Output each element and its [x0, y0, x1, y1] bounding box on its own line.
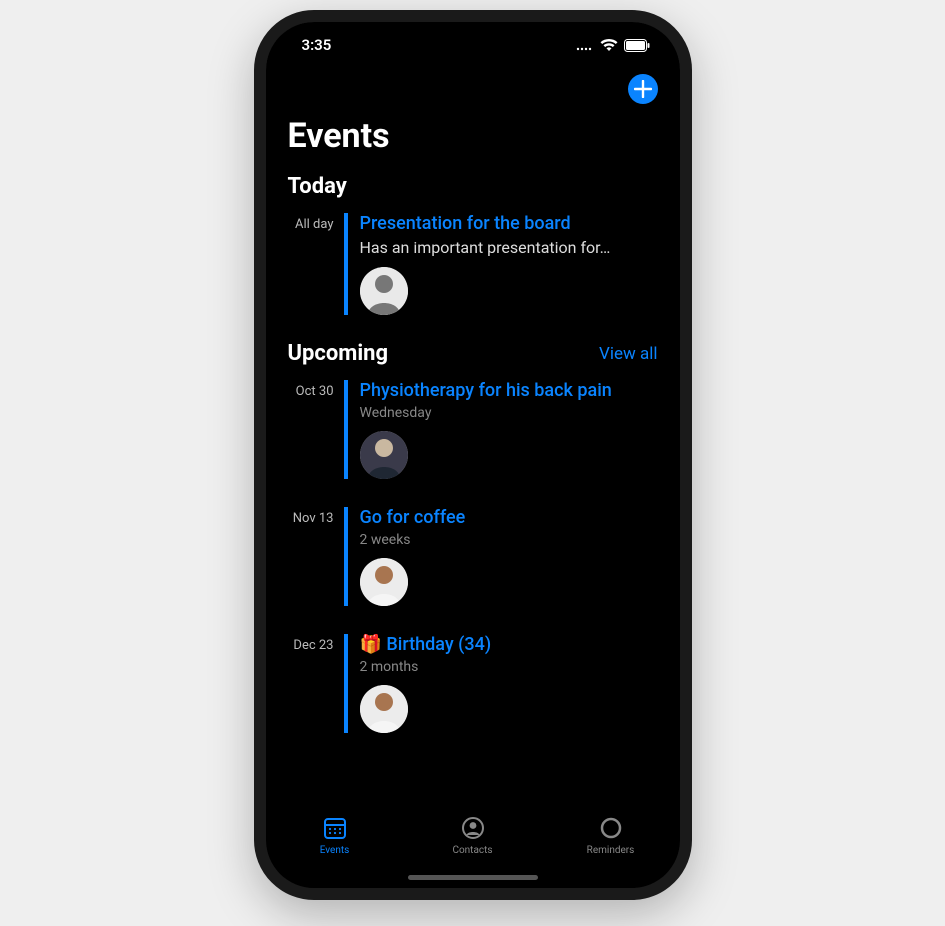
- section-header-today: Today: [266, 170, 680, 207]
- event-subtitle: 2 weeks: [360, 532, 466, 548]
- status-time: 3:35: [302, 36, 332, 54]
- topbar: [266, 68, 680, 110]
- add-event-button[interactable]: [628, 74, 658, 104]
- contact-avatar[interactable]: [360, 558, 408, 606]
- event-row[interactable]: Oct 30 Physiotherapy for his back pain W…: [266, 374, 680, 501]
- event-subtitle: 2 months: [360, 659, 492, 675]
- contact-avatar[interactable]: [360, 431, 408, 479]
- view-all-link[interactable]: View all: [599, 344, 657, 364]
- section-header-upcoming: Upcoming View all: [266, 337, 680, 374]
- wifi-icon: [600, 39, 618, 52]
- event-title[interactable]: Physiotherapy for his back pain: [360, 380, 612, 401]
- event-date: Nov 13: [288, 507, 344, 606]
- event-title[interactable]: Go for coffee: [360, 507, 466, 528]
- tab-events[interactable]: Events: [295, 814, 375, 856]
- reminders-icon: [598, 814, 624, 842]
- event-subtitle: Has an important presentation for…: [360, 238, 611, 257]
- side-button: [254, 232, 255, 292]
- tab-label: Contacts: [452, 845, 492, 856]
- event-content: 🎁 Birthday (34) 2 months: [344, 634, 492, 733]
- side-button: [254, 172, 255, 207]
- page-title: Events: [266, 110, 680, 170]
- tab-contacts[interactable]: Contacts: [433, 814, 513, 856]
- side-button: [691, 242, 692, 332]
- screen: 3:35: [266, 22, 680, 888]
- event-row[interactable]: Dec 23 🎁 Birthday (34) 2 months: [266, 628, 680, 755]
- battery-icon: [624, 39, 650, 52]
- tab-label: Events: [320, 845, 350, 856]
- contacts-icon: [460, 814, 486, 842]
- tab-reminders[interactable]: Reminders: [571, 814, 651, 856]
- calendar-icon: [322, 814, 348, 842]
- tab-label: Reminders: [587, 845, 635, 856]
- event-row[interactable]: Nov 13 Go for coffee 2 weeks: [266, 501, 680, 628]
- cellular-icon: [576, 39, 594, 51]
- home-indicator[interactable]: [408, 875, 538, 880]
- event-date: Dec 23: [288, 634, 344, 733]
- section-title-today: Today: [288, 174, 347, 199]
- avatar-placeholder-icon: [360, 267, 408, 315]
- section-title-upcoming: Upcoming: [288, 341, 389, 366]
- event-content: Physiotherapy for his back pain Wednesda…: [344, 380, 612, 479]
- event-date: Oct 30: [288, 380, 344, 479]
- contact-avatar[interactable]: [360, 685, 408, 733]
- avatar-placeholder-icon: [360, 558, 408, 606]
- phone-frame: 3:35: [254, 10, 692, 900]
- event-content: Go for coffee 2 weeks: [344, 507, 466, 606]
- event-content: Presentation for the board Has an import…: [344, 213, 611, 315]
- contact-avatar[interactable]: [360, 267, 408, 315]
- event-date: All day: [288, 213, 344, 315]
- plus-icon: [634, 80, 652, 98]
- side-button: [254, 307, 255, 367]
- avatar-placeholder-icon: [360, 685, 408, 733]
- notch: [378, 22, 568, 52]
- event-title[interactable]: 🎁 Birthday (34): [360, 634, 492, 655]
- event-title[interactable]: Presentation for the board: [360, 213, 611, 234]
- status-indicators: [576, 39, 650, 52]
- avatar-placeholder-icon: [360, 431, 408, 479]
- event-row[interactable]: All day Presentation for the board Has a…: [266, 207, 680, 337]
- event-subtitle: Wednesday: [360, 405, 612, 421]
